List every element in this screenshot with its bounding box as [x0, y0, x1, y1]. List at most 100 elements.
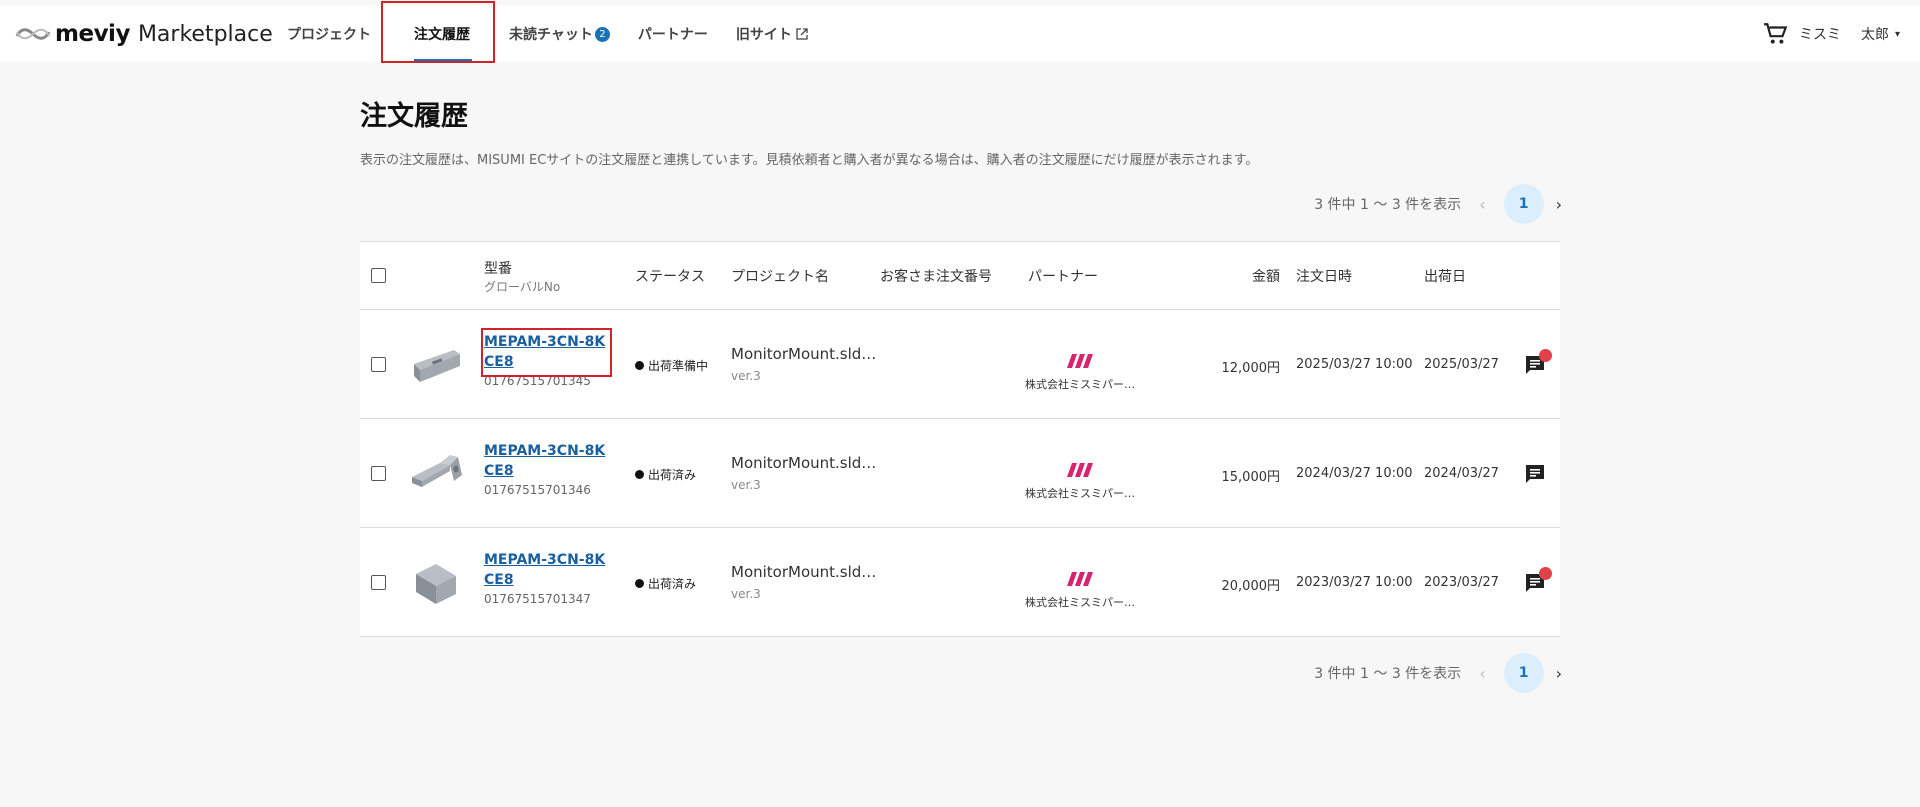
- unread-count-badge: 2: [594, 26, 610, 42]
- project-cell: MonitorMount.sld… ver.3: [731, 563, 876, 601]
- part-number-link[interactable]: MEPAM-3CN-8KCE8: [484, 332, 609, 372]
- nav-order-history[interactable]: 注文履歴: [414, 6, 472, 62]
- order-date: 2024/03/27 10:00: [1296, 466, 1413, 481]
- project-version: ver.3: [731, 587, 761, 601]
- page-title: 注文履歴: [360, 101, 468, 132]
- part-thumbnail: [416, 564, 456, 604]
- logo[interactable]: meviy Marketplace: [15, 20, 273, 48]
- logo-word: meviy: [55, 21, 130, 47]
- chat-icon[interactable]: [1523, 462, 1547, 486]
- row-checkbox[interactable]: [371, 575, 386, 590]
- user-menu[interactable]: 太郎 ▾: [1861, 24, 1900, 44]
- part-cell: MEPAM-3CN-8KCE8 01767515701347: [484, 550, 609, 606]
- partner-logo-icon: [1067, 572, 1093, 586]
- pagination-top: 3 件中 1 ～ 3 件を表示 ‹ 1 ›: [1314, 184, 1562, 224]
- project-name[interactable]: MonitorMount.sld…: [731, 563, 876, 581]
- nav-old-site-label: 旧サイト: [735, 27, 792, 43]
- global-number: 01767515701345: [484, 374, 591, 388]
- status-label: 出荷済み: [648, 577, 697, 591]
- table-row[interactable]: MEPAM-3CN-8KCE8 01767515701347 出荷済み Moni…: [360, 528, 1560, 637]
- meviy-logo-icon: [15, 26, 51, 42]
- project-version: ver.3: [731, 369, 761, 383]
- user-last-name: ミスミ: [1798, 27, 1841, 43]
- order-date: 2023/03/27 10:00: [1296, 575, 1413, 590]
- nav-projects-label: プロジェクト: [287, 27, 371, 43]
- next-page-button[interactable]: ›: [1556, 195, 1562, 214]
- table-row[interactable]: MEPAM-3CN-8KCE8 01767515701345 出荷準備中 Mon…: [360, 310, 1560, 419]
- partner-cell[interactable]: 株式会社ミスミパー…: [1010, 354, 1150, 392]
- order-table: 型番 グローバルNo ステータス プロジェクト名 お客さま注文番号 パートナー …: [360, 241, 1560, 637]
- prev-page-button[interactable]: ‹: [1479, 195, 1485, 214]
- status-dot-icon: [635, 579, 644, 588]
- ship-date: 2024/03/27: [1424, 466, 1499, 481]
- project-cell: MonitorMount.sld… ver.3: [731, 454, 876, 492]
- header-project: プロジェクト名: [731, 269, 829, 285]
- header-part-no-label: 型番: [484, 261, 512, 277]
- header-status: ステータス: [635, 269, 705, 285]
- project-name[interactable]: MonitorMount.sld…: [731, 454, 876, 472]
- nav-unread-chat[interactable]: 未読チャット 2: [509, 6, 610, 62]
- status-label: 出荷済み: [648, 468, 697, 482]
- table-header-row: 型番 グローバルNo ステータス プロジェクト名 お客さま注文番号 パートナー …: [360, 242, 1560, 310]
- row-checkbox[interactable]: [371, 357, 386, 372]
- select-all-checkbox[interactable]: [371, 268, 386, 283]
- amount: 20,000円: [1221, 579, 1281, 594]
- amount: 12,000円: [1221, 361, 1281, 376]
- chevron-down-icon: ▾: [1894, 28, 1900, 40]
- nav-old-site[interactable]: 旧サイト: [736, 6, 808, 62]
- user-first-name: 太郎: [1860, 27, 1889, 43]
- pagination-range: 3 件中 1 ～ 3 件を表示: [1314, 666, 1462, 682]
- user-area: ミスミ 太郎 ▾: [1763, 6, 1900, 62]
- part-number-link[interactable]: MEPAM-3CN-8KCE8: [484, 550, 609, 590]
- part-thumbnail: [412, 455, 462, 487]
- partner-name: 株式会社ミスミパー…: [1025, 596, 1135, 609]
- page-number-button[interactable]: 1: [1503, 184, 1544, 224]
- header-ship-date: 出荷日: [1424, 269, 1466, 285]
- pagination-bottom: 3 件中 1 ～ 3 件を表示 ‹ 1 ›: [1314, 653, 1562, 693]
- partner-logo-icon: [1067, 463, 1093, 477]
- status-dot-icon: [635, 361, 644, 370]
- partner-cell[interactable]: 株式会社ミスミパー…: [1010, 463, 1150, 501]
- status-dot-icon: [635, 470, 644, 479]
- unread-indicator: [1539, 567, 1552, 580]
- status-badge: 出荷済み: [635, 466, 696, 483]
- global-number: 01767515701346: [484, 483, 591, 497]
- order-date: 2025/03/27 10:00: [1296, 357, 1413, 372]
- part-number-link[interactable]: MEPAM-3CN-8KCE8: [484, 441, 609, 481]
- status-label: 出荷準備中: [648, 359, 709, 373]
- project-name[interactable]: MonitorMount.sld…: [731, 345, 876, 363]
- pagination-range: 3 件中 1 ～ 3 件を表示: [1314, 197, 1462, 213]
- global-number: 01767515701347: [484, 592, 591, 606]
- partner-name: 株式会社ミスミパー…: [1025, 487, 1135, 500]
- nav-unread-chat-label: 未読チャット: [509, 27, 593, 43]
- nav-partners-label: パートナー: [637, 27, 708, 43]
- cart-icon[interactable]: [1763, 21, 1789, 47]
- project-cell: MonitorMount.sld… ver.3: [731, 345, 876, 383]
- table-row[interactable]: MEPAM-3CN-8KCE8 01767515701346 出荷済み Moni…: [360, 419, 1560, 528]
- amount: 15,000円: [1221, 470, 1281, 485]
- partner-logo-icon: [1067, 354, 1093, 368]
- header-partner: パートナー: [1028, 269, 1098, 285]
- status-badge: 出荷済み: [635, 575, 696, 592]
- status-badge: 出荷準備中: [635, 357, 708, 374]
- header-global-no-label: グローバルNo: [484, 280, 561, 294]
- main-nav: プロジェクト 注文履歴 未読チャット 2 パートナー 旧サイト: [287, 6, 808, 62]
- project-version: ver.3: [731, 478, 761, 492]
- ship-date: 2025/03/27: [1424, 357, 1499, 372]
- page-description: 表示の注文履歴は、MISUMI ECサイトの注文履歴と連携しています。見積依頼者…: [360, 153, 1259, 168]
- partner-name: 株式会社ミスミパー…: [1025, 378, 1135, 391]
- part-cell: MEPAM-3CN-8KCE8 01767515701346: [484, 441, 609, 497]
- row-checkbox[interactable]: [371, 466, 386, 481]
- partner-cell[interactable]: 株式会社ミスミパー…: [1010, 572, 1150, 610]
- prev-page-button[interactable]: ‹: [1479, 664, 1485, 683]
- nav-partners[interactable]: パートナー: [638, 6, 708, 62]
- header-order-date: 注文日時: [1296, 269, 1352, 285]
- page-number-button[interactable]: 1: [1503, 653, 1544, 693]
- logo-subtitle: Marketplace: [137, 21, 273, 47]
- nav-projects[interactable]: プロジェクト: [287, 6, 371, 62]
- part-thumbnail: [414, 350, 460, 382]
- next-page-button[interactable]: ›: [1556, 664, 1562, 683]
- unread-indicator: [1539, 349, 1552, 362]
- header-amount: 金額: [1252, 269, 1280, 285]
- header-customer-order: お客さま注文番号: [880, 269, 992, 285]
